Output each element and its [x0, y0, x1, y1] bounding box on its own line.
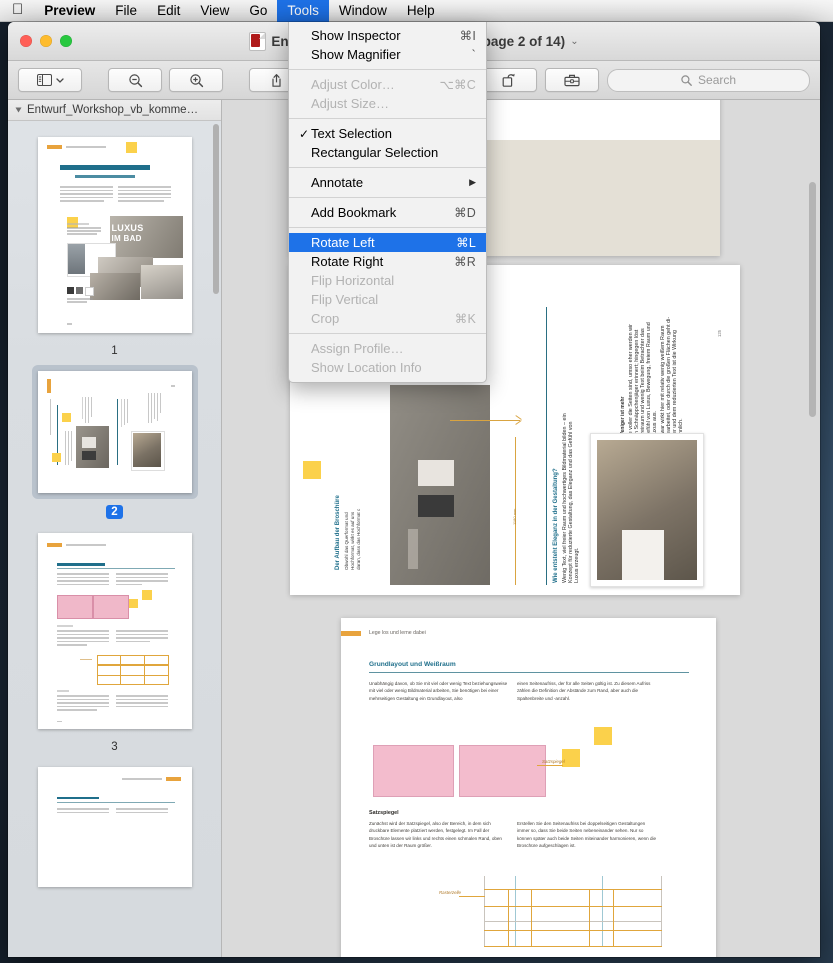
search-icon — [681, 74, 692, 86]
menu-separator — [289, 167, 486, 168]
rotate-left-icon — [502, 73, 515, 87]
page-number-label-selected: 2 — [106, 505, 123, 519]
menu-separator — [289, 118, 486, 119]
menu-bar:  Preview File Edit View Go Tools Window… — [0, 0, 833, 22]
thumbnail-page-2[interactable] — [31, 365, 198, 499]
search-placeholder: Search — [698, 73, 737, 87]
zoom-controls — [108, 68, 224, 92]
thumbnail-sidebar: Entwurf_Workshop_vb_komme… LUXUS IM BAD … — [8, 100, 222, 957]
menu-item-assign-profile: Assign Profile… — [311, 341, 404, 356]
chevron-down-icon — [55, 77, 64, 83]
menu-item-show-location-info: Show Location Info — [311, 360, 422, 375]
page2-heading-mid: Wie entsteht Eleganz in der Gestaltung? — [553, 468, 559, 583]
checkmark-icon: ✓ — [299, 126, 310, 141]
window-controls — [8, 35, 72, 47]
page3-kicker: Lege los und lerne dabei — [369, 630, 426, 636]
apple-menu-icon[interactable]:  — [0, 2, 34, 17]
document-scrollbar[interactable] — [809, 182, 816, 417]
menu-view[interactable]: View — [190, 0, 239, 22]
page3-caption-rasterzelle: Rasterzelle — [439, 890, 461, 895]
menu-item-annotate[interactable]: Annotate ▶ — [289, 173, 486, 192]
menu-item-crop: Crop ⌘K — [311, 311, 476, 326]
menu-item-show-magnifier[interactable]: Show Magnifier ` — [289, 45, 486, 64]
page2-folio: 125 — [717, 330, 722, 337]
thumbnail-list: LUXUS IM BAD 1 2 3 — [8, 121, 221, 893]
thumbnail-page-4[interactable] — [32, 761, 198, 893]
zoom-in-button[interactable] — [169, 68, 224, 92]
zoom-out-button[interactable] — [108, 68, 163, 92]
page3-intro-col1: Unabhängig davon, ob Sie mit viel oder w… — [369, 681, 508, 701]
page2-dimension-label: 1180 mm — [512, 508, 517, 525]
page2-body-left-3: daran, dass das Hochformat c — [356, 508, 361, 570]
markup-toolbar-button[interactable] — [545, 68, 600, 92]
thumbnail-page-3[interactable] — [32, 527, 198, 735]
screen:  Preview File Edit View Go Tools Window… — [0, 0, 833, 963]
page-number-label: 3 — [111, 741, 118, 753]
minimize-button[interactable] — [40, 35, 52, 47]
list-item[interactable]: 2 — [8, 365, 221, 519]
page-1-preview: LUXUS IM BAD — [37, 137, 192, 333]
menu-item-rotate-left[interactable]: Rotate Left ⌘L — [289, 233, 486, 252]
submenu-arrow-icon: ▶ — [469, 177, 476, 187]
menu-separator — [289, 227, 486, 228]
sidebar-view-button[interactable] — [18, 68, 82, 92]
page-3-preview — [37, 533, 192, 729]
close-button[interactable] — [20, 35, 32, 47]
toolbox-icon — [564, 74, 580, 87]
menu-item-add-bookmark[interactable]: Add Bookmark ⌘D — [289, 203, 486, 222]
menu-go[interactable]: Go — [239, 0, 277, 22]
page3-satzspiegel-col2: Erstellen Sie den Seitenaufriss bei dopp… — [517, 821, 657, 849]
menu-separator — [289, 69, 486, 70]
page2-heading-right: Weniger ist mehr — [620, 396, 626, 437]
document-page-3: Lege los und lerne dabei Grundlayout und… — [341, 618, 716, 957]
menu-item-flip-horizontal: Flip Horizontal — [311, 273, 395, 288]
thumbnail-page-1[interactable]: LUXUS IM BAD — [32, 131, 198, 339]
menu-item-rectangular-selection[interactable]: Rectangular Selection — [289, 143, 486, 162]
list-item[interactable]: LUXUS IM BAD 1 — [8, 131, 221, 357]
menu-item-show-inspector[interactable]: Show Inspector ⌘I — [289, 26, 486, 45]
menu-item-adjust-color: Adjust Color… ⌥⌘C — [311, 77, 476, 92]
sidebar-header-label: Entwurf_Workshop_vb_komme… — [27, 104, 199, 116]
sidebar-icon — [36, 74, 52, 86]
menu-item-adjust-size: Adjust Size… — [311, 96, 390, 111]
share-icon — [272, 73, 281, 87]
zoom-in-icon — [189, 73, 203, 87]
zoom-button[interactable] — [60, 35, 72, 47]
search-field[interactable]: Search — [607, 68, 810, 92]
page-4-preview — [37, 767, 192, 887]
list-item[interactable] — [8, 761, 221, 893]
sidebar-scrollbar[interactable] — [213, 124, 219, 294]
menu-separator — [289, 197, 486, 198]
menu-item-rotate-right[interactable]: Rotate Right ⌘R — [289, 252, 486, 271]
page3-intro-col2: einen Seitenaufriss, der für alle Seiten… — [517, 681, 651, 701]
page3-satzspiegel-col1: Zunächst wird der Satzspiegel, also der … — [369, 821, 502, 849]
menu-edit[interactable]: Edit — [147, 0, 190, 22]
menu-separator — [289, 333, 486, 334]
disclosure-triangle-icon[interactable] — [15, 107, 22, 113]
list-item[interactable]: 3 — [8, 527, 221, 753]
zoom-out-icon — [128, 73, 142, 87]
tools-dropdown-menu: Show Inspector ⌘I Show Magnifier ` Adjus… — [288, 22, 487, 383]
menu-help[interactable]: Help — [397, 0, 445, 22]
page-2-preview — [37, 371, 192, 493]
page-number-label: 1 — [111, 345, 118, 357]
menu-item-flip-vertical: Flip Vertical — [311, 292, 379, 307]
page3-heading: Grundlayout und Weißraum — [369, 661, 456, 668]
menu-window[interactable]: Window — [329, 0, 397, 22]
page2-body-mid-3: Luxus erzeugt. — [574, 547, 580, 583]
page3-heading-satzspiegel: Satzspiegel — [369, 810, 399, 816]
pdf-file-icon — [249, 31, 267, 51]
rotate-button[interactable] — [483, 68, 538, 92]
menu-item-text-selection[interactable]: ✓ Text Selection — [289, 124, 486, 143]
page2-heading-left: Der Aufbau der Broschüre — [335, 495, 341, 570]
menu-preview[interactable]: Preview — [34, 0, 105, 22]
chevron-down-icon[interactable]: ⌄ — [570, 36, 578, 47]
page3-caption-satzspiegel: Satzspiegel — [542, 759, 565, 764]
thumb1-photo-headline: LUXUS IM BAD — [111, 223, 144, 243]
sidebar-header[interactable]: Entwurf_Workshop_vb_komme… — [8, 100, 221, 121]
menu-tools[interactable]: Tools — [277, 0, 329, 22]
menu-file[interactable]: File — [105, 0, 147, 22]
